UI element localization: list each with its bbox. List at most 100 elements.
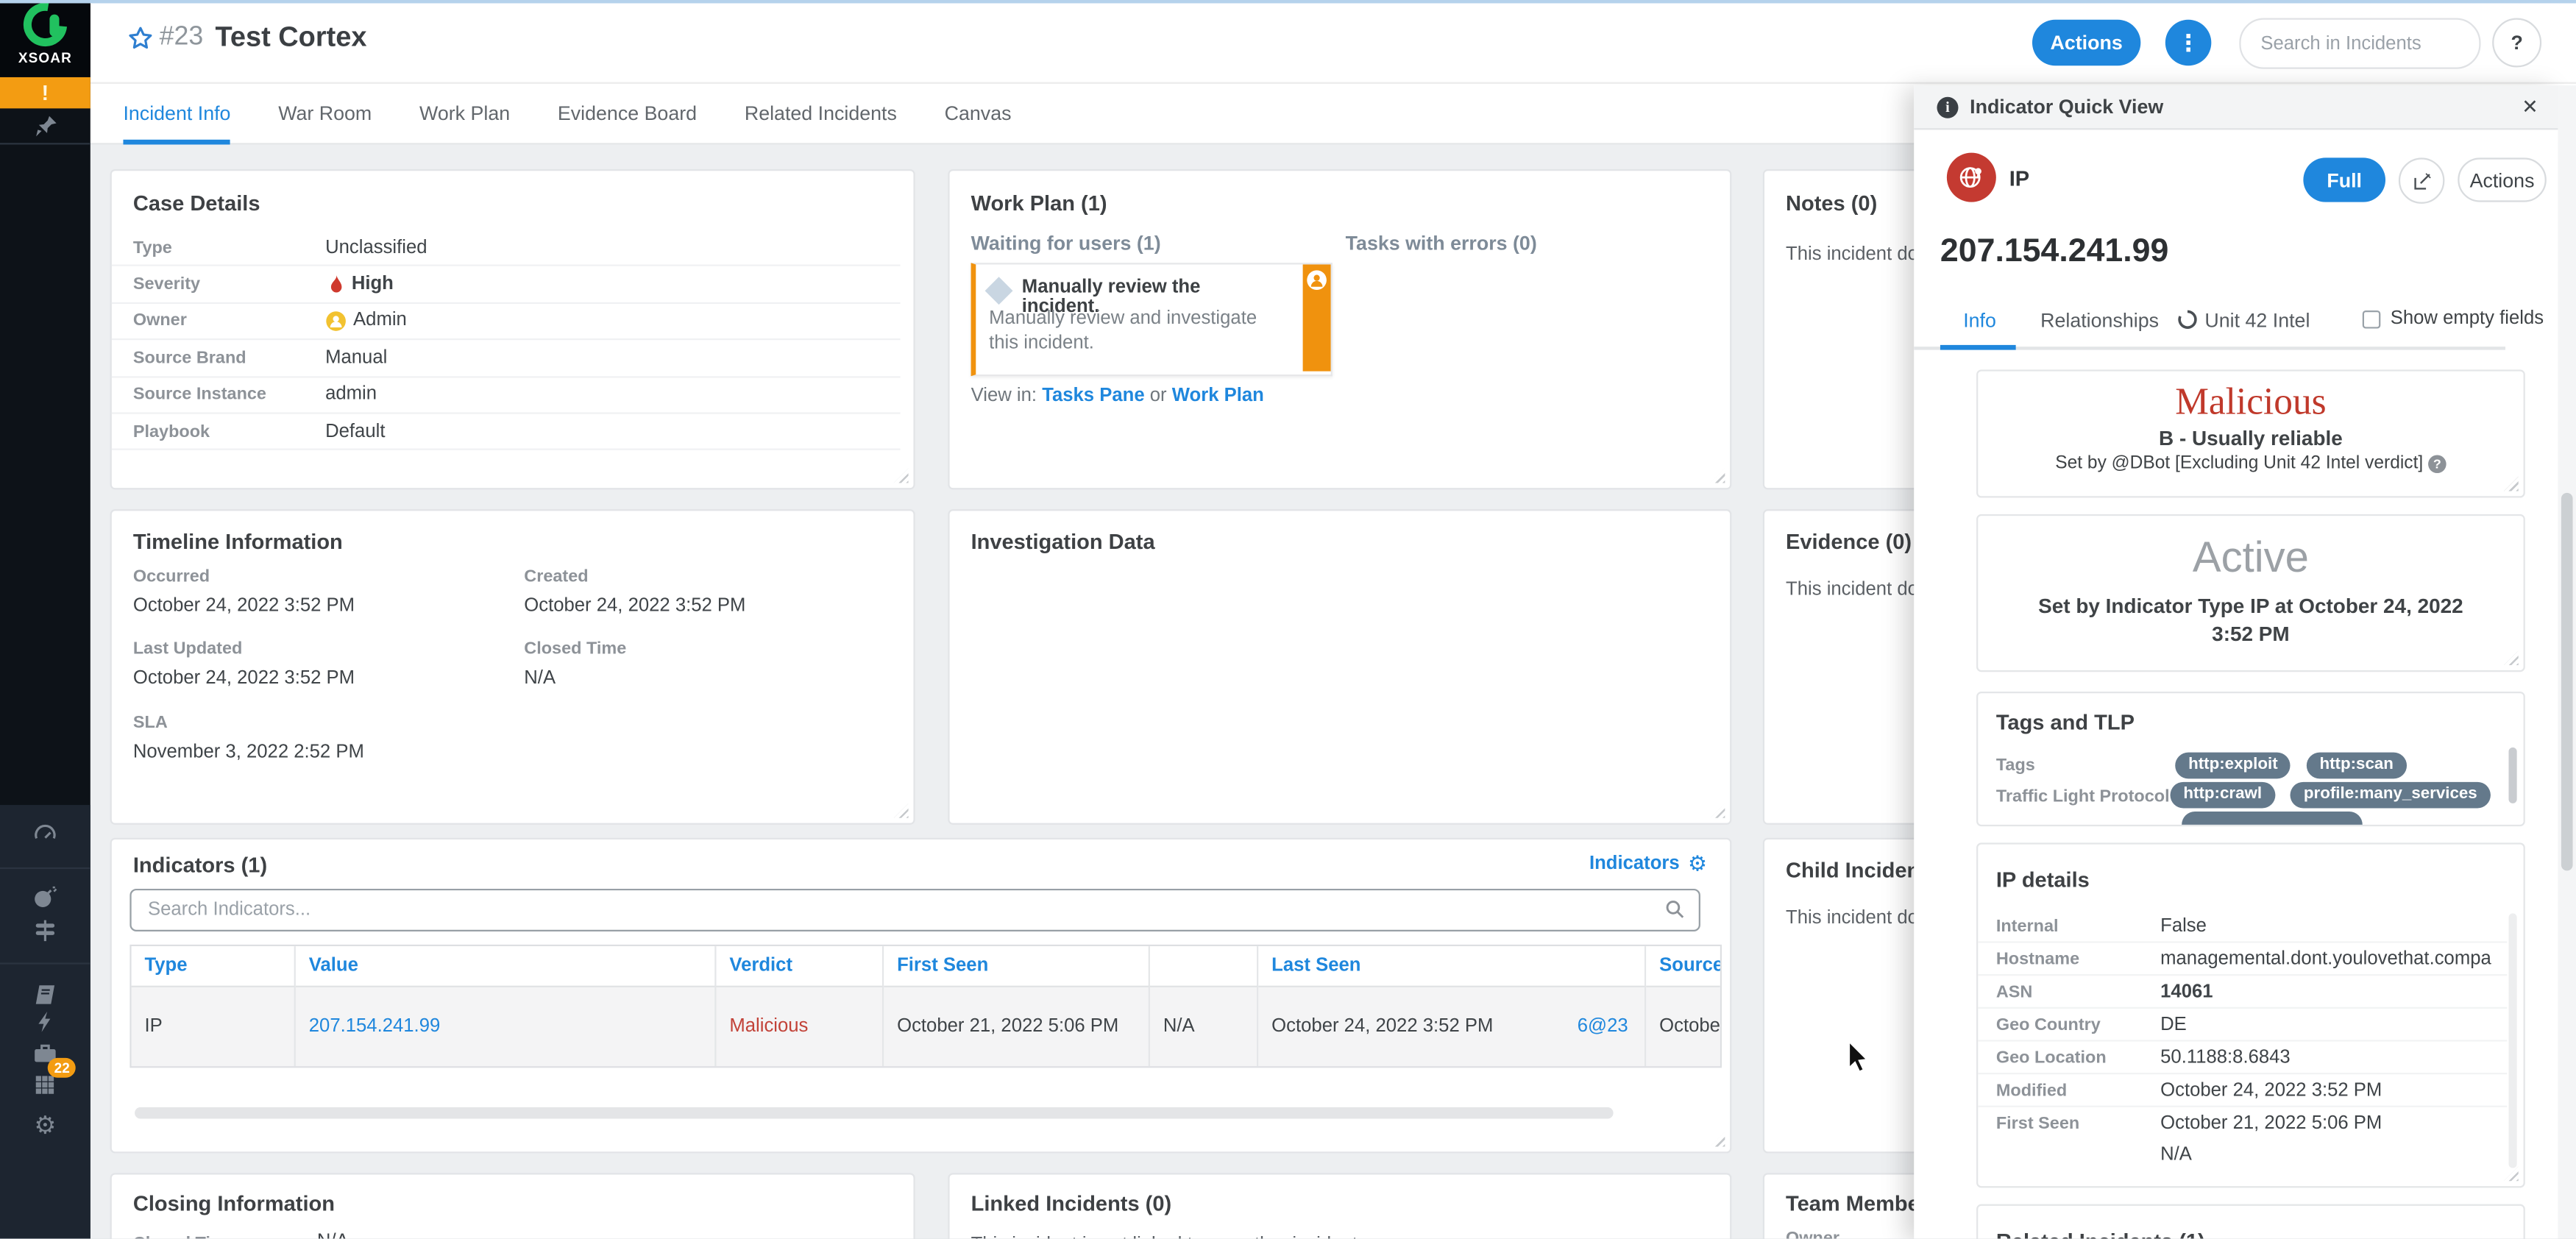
page-scrollbar-thumb[interactable] bbox=[2561, 492, 2573, 871]
ip-details-card: IP details Internal False Hostname manag… bbox=[1976, 842, 2525, 1188]
qv-tab-relationships[interactable]: Relationships bbox=[2040, 309, 2159, 332]
sidebar-item-incidents[interactable] bbox=[0, 882, 91, 910]
case-detail-row: Source Instance admin bbox=[111, 377, 901, 414]
ip-detail-row: Hostname managemental.dont.youlovethat.c… bbox=[1978, 943, 2508, 976]
tag-chip-clipped[interactable] bbox=[2182, 812, 2363, 825]
tab-war-room[interactable]: War Room bbox=[278, 82, 372, 144]
sidebar-item-automation[interactable] bbox=[0, 1009, 91, 1035]
card-resize-handle[interactable] bbox=[1710, 803, 1725, 818]
closing-information-title: Closing Information bbox=[132, 1190, 336, 1216]
ip-detail-row: Internal False bbox=[1978, 910, 2508, 943]
col-header-verdict[interactable]: Verdict bbox=[716, 946, 884, 987]
ip-detail-row: Geo Country DE bbox=[1978, 1009, 2508, 1042]
verdict-text: Malicious bbox=[2175, 381, 2327, 422]
indicator-actions-button[interactable]: Actions bbox=[2458, 157, 2547, 202]
sidebar-alert-tile[interactable]: ! bbox=[0, 77, 91, 109]
incident-link[interactable]: 6@23 bbox=[1578, 1017, 1644, 1037]
sidebar-divider bbox=[0, 867, 91, 870]
tag-chip[interactable]: http:exploit bbox=[2175, 751, 2291, 778]
evidence-empty-text: This incident does bbox=[1786, 580, 1926, 600]
sidebar-item-pin[interactable] bbox=[0, 113, 91, 140]
tab-canvas[interactable]: Canvas bbox=[945, 82, 1012, 144]
help-button[interactable]: ? bbox=[2492, 18, 2542, 68]
cell-verdict: Malicious bbox=[716, 987, 884, 1067]
work-plan-link[interactable]: Work Plan bbox=[1172, 386, 1264, 406]
tab-incident-info[interactable]: Incident Info bbox=[123, 82, 231, 144]
left-sidebar: XSOAR ! 22 ⚙ bbox=[0, 0, 91, 1239]
work-plan-card: Work Plan (1) Waiting for users (1) Task… bbox=[948, 168, 1732, 490]
tab-evidence-board[interactable]: Evidence Board bbox=[558, 82, 697, 144]
page-scrollbar-track[interactable] bbox=[2558, 85, 2576, 1239]
status-set-by: Set by Indicator Type IP at October 24, … bbox=[2038, 594, 2463, 646]
globe-pin-icon bbox=[1959, 167, 1981, 188]
qv-tab-unit42-intel[interactable]: Unit 42 Intel bbox=[2204, 309, 2310, 332]
card-resize-handle[interactable] bbox=[1710, 1132, 1725, 1147]
actions-button[interactable]: Actions bbox=[2032, 19, 2141, 66]
sidebar-item-marketplace[interactable] bbox=[0, 1068, 91, 1096]
tab-work-plan[interactable]: Work Plan bbox=[419, 82, 510, 144]
tab-related-incidents[interactable]: Related Incidents bbox=[745, 82, 897, 144]
verdict-card: Malicious B - Usually reliable Set by @D… bbox=[1976, 369, 2525, 498]
more-options-kebab-button[interactable]: ⋮ bbox=[2165, 19, 2212, 66]
tags-scrollbar-thumb[interactable] bbox=[2508, 747, 2517, 803]
unit42-icon bbox=[2178, 310, 2197, 329]
team-owner-label: Owner bbox=[1786, 1229, 1840, 1239]
pin-icon bbox=[35, 116, 56, 137]
lightning-icon bbox=[38, 1011, 51, 1032]
ip-details-title: IP details bbox=[1995, 867, 2090, 892]
indicators-link[interactable]: Indicators bbox=[1589, 853, 1680, 873]
col-header-first-seen[interactable]: First Seen bbox=[884, 946, 1150, 987]
sidebar-item-indicators[interactable] bbox=[0, 917, 91, 945]
verdict-help-icon[interactable]: ? bbox=[2428, 455, 2447, 474]
sidebar-item-jobs[interactable] bbox=[0, 1040, 91, 1068]
sidebar-divider bbox=[0, 143, 91, 145]
col-header-type[interactable]: Type bbox=[131, 946, 296, 987]
status-text: Active bbox=[2192, 532, 2309, 582]
tag-chip[interactable]: http:crawl bbox=[2170, 781, 2275, 808]
card-resize-handle[interactable] bbox=[893, 803, 909, 818]
tag-chip[interactable]: profile:many_services bbox=[2291, 781, 2491, 808]
indicator-table-row[interactable]: IP 207.154.241.99 Malicious October 21, … bbox=[131, 987, 1720, 1067]
show-empty-fields-label: Show empty fields bbox=[2390, 308, 2544, 329]
tag-chip[interactable]: http:scan bbox=[2306, 751, 2407, 778]
cell-source-time: October bbox=[1646, 987, 1720, 1067]
show-empty-fields-checkbox[interactable] bbox=[2362, 310, 2381, 329]
full-view-button[interactable]: Full bbox=[2303, 157, 2386, 202]
qv-tab-info[interactable]: Info bbox=[1963, 309, 1996, 332]
xsoar-logo-text: XSOAR bbox=[18, 49, 72, 66]
investigation-data-card: Investigation Data bbox=[948, 509, 1732, 825]
indicator-value-link[interactable]: 207.154.241.99 bbox=[309, 1017, 441, 1037]
indicators-gear-icon[interactable]: ⚙ bbox=[1688, 853, 1707, 874]
edit-indicator-button[interactable] bbox=[2398, 157, 2445, 204]
table-horizontal-scrollbar[interactable] bbox=[135, 1107, 1614, 1119]
status-card: Active Set by Indicator Type IP at Octob… bbox=[1976, 514, 2525, 672]
indicators-table: Type Value Verdict First Seen Last Seen … bbox=[129, 944, 1722, 1068]
col-header-source-time[interactable]: Source Ti bbox=[1646, 946, 1720, 987]
tasks-pane-link[interactable]: Tasks Pane bbox=[1042, 386, 1144, 406]
ip-details-scrollbar-track[interactable] bbox=[2508, 913, 2517, 1168]
card-resize-handle[interactable] bbox=[1710, 468, 1725, 483]
sidebar-item-playbooks[interactable] bbox=[0, 981, 91, 1009]
tags-tlp-card: Tags and TLP Tags http:exploit http:scan… bbox=[1976, 692, 2525, 827]
close-icon[interactable]: ✕ bbox=[2522, 96, 2538, 118]
notes-title: Notes (0) bbox=[1786, 191, 1878, 216]
sidebar-item-dashboard[interactable] bbox=[0, 820, 91, 848]
ip-detail-row: Geo Location 50.1188:8.6843 bbox=[1978, 1042, 2508, 1075]
card-resize-handle[interactable] bbox=[893, 468, 909, 483]
xsoar-logo[interactable]: XSOAR bbox=[0, 0, 91, 77]
task-diamond-icon bbox=[984, 277, 1013, 305]
favorite-star-button[interactable] bbox=[127, 24, 155, 60]
col-header-last-seen[interactable]: Last Seen bbox=[1258, 946, 1647, 987]
gear-icon: ⚙ bbox=[34, 1112, 57, 1140]
incident-header-bar: #23 Test Cortex Actions ⋮ ? bbox=[90, 0, 2576, 84]
sidebar-item-settings[interactable]: ⚙ bbox=[0, 1110, 91, 1140]
ip-indicator-icon bbox=[1946, 152, 1996, 202]
card-resize-handle[interactable] bbox=[2503, 476, 2519, 491]
search-indicators-input[interactable] bbox=[131, 890, 1676, 930]
window-top-strip bbox=[0, 0, 2576, 4]
col-header-value[interactable]: Value bbox=[295, 946, 717, 987]
card-resize-handle[interactable] bbox=[2503, 650, 2519, 666]
search-incidents-input[interactable] bbox=[2240, 19, 2519, 68]
owner-avatar bbox=[326, 311, 346, 331]
task-card[interactable]: Manually review the incident. Manually r… bbox=[971, 263, 1333, 377]
